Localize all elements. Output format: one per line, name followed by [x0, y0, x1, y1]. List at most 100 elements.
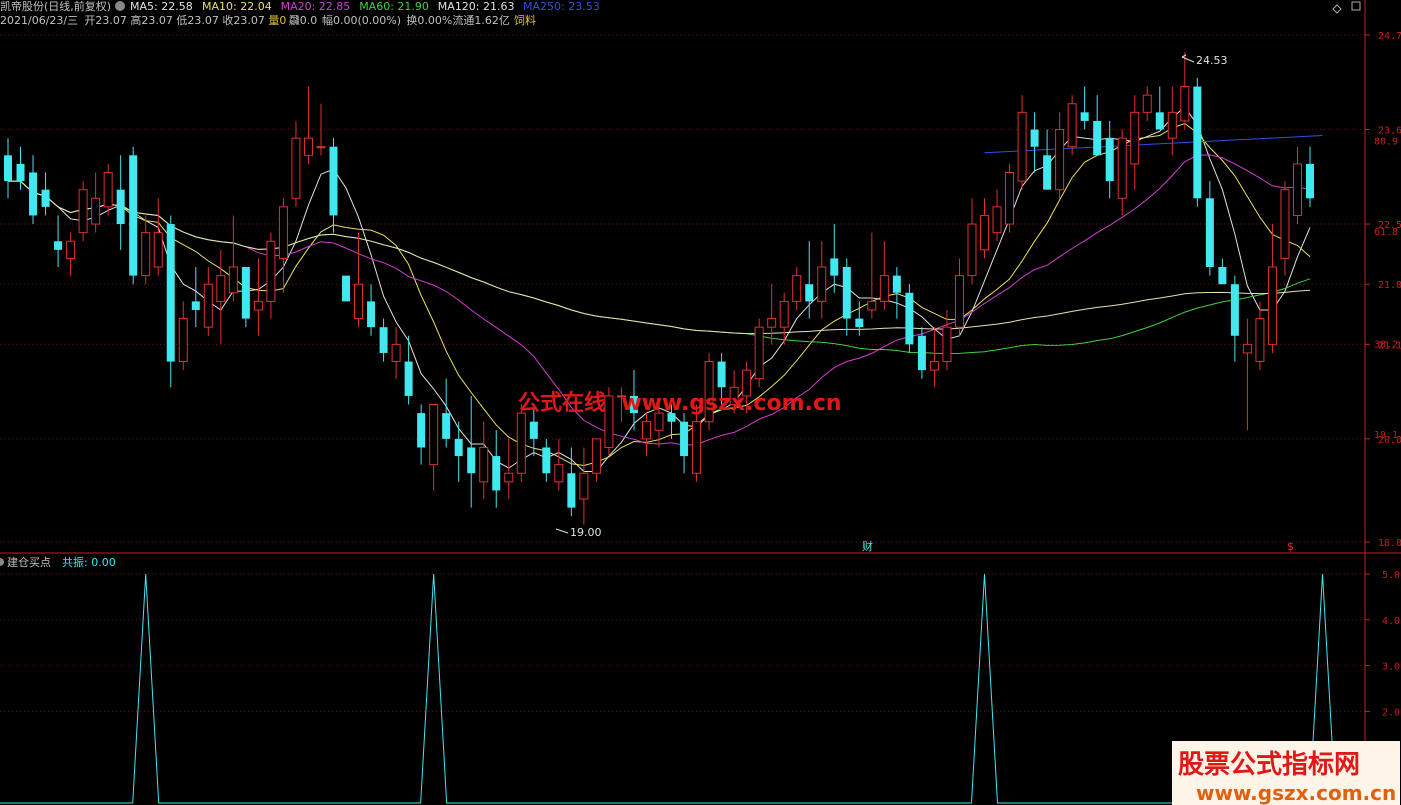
candle[interactable]: [78, 181, 88, 242]
candle[interactable]: [1043, 129, 1052, 190]
candle[interactable]: [91, 172, 101, 233]
candle[interactable]: [116, 155, 125, 250]
candle[interactable]: [266, 232, 276, 319]
ma-toggle-icon[interactable]: [115, 1, 125, 11]
candle[interactable]: [404, 335, 413, 405]
candle[interactable]: [329, 138, 338, 233]
candle[interactable]: [1267, 224, 1277, 353]
candle[interactable]: [241, 267, 250, 328]
candle[interactable]: [1117, 129, 1127, 216]
candle[interactable]: [41, 172, 50, 216]
candle[interactable]: [467, 395, 476, 508]
candle[interactable]: [1180, 52, 1190, 130]
candle[interactable]: [29, 155, 38, 225]
candle[interactable]: [516, 404, 526, 482]
stock-chart[interactable]: 24.723.622.521.821.120.018.8 80.961.838.…: [0, 0, 1401, 805]
candle[interactable]: [429, 404, 439, 491]
candle[interactable]: [830, 224, 839, 293]
candle[interactable]: [680, 413, 689, 474]
candle[interactable]: [1017, 95, 1027, 190]
candle[interactable]: [905, 284, 914, 353]
candle[interactable]: [579, 447, 589, 525]
candle[interactable]: [141, 215, 151, 285]
candle[interactable]: [892, 267, 901, 319]
candle[interactable]: [1067, 95, 1077, 156]
candle[interactable]: [203, 267, 213, 336]
indicator-toggle-icon[interactable]: [0, 558, 4, 566]
candle[interactable]: [792, 267, 802, 310]
candlesticks[interactable]: [4, 52, 1314, 525]
candle[interactable]: [805, 241, 814, 319]
candle[interactable]: [1080, 86, 1089, 130]
candle[interactable]: [253, 258, 263, 336]
candle[interactable]: [492, 430, 501, 508]
high-pointer: [1181, 54, 1195, 63]
window-box-icon[interactable]: [1351, 1, 1361, 11]
candle[interactable]: [554, 438, 564, 491]
info-line: 2021/06/23/三 开23.07 高23.07 低23.07 收23.07 量0 飝0…: [0, 13, 536, 27]
candle[interactable]: [954, 258, 964, 336]
diamond-icon[interactable]: [1332, 4, 1342, 14]
candle[interactable]: [1142, 86, 1152, 121]
candle[interactable]: [1306, 146, 1314, 207]
candle[interactable]: [278, 198, 288, 293]
candle[interactable]: [367, 284, 376, 336]
candle[interactable]: [1255, 301, 1265, 371]
candle[interactable]: [442, 378, 451, 448]
candle[interactable]: [1242, 318, 1252, 431]
candle[interactable]: [166, 215, 175, 388]
candle[interactable]: [379, 318, 388, 362]
candle[interactable]: [354, 232, 364, 328]
candle[interactable]: [66, 232, 76, 276]
candle[interactable]: [929, 327, 939, 388]
candle[interactable]: [1093, 95, 1102, 156]
candle[interactable]: [980, 198, 989, 259]
candle[interactable]: [342, 275, 351, 302]
candle[interactable]: [754, 318, 764, 388]
candle[interactable]: [767, 284, 777, 345]
candle[interactable]: [303, 86, 313, 164]
candle[interactable]: [1218, 258, 1227, 285]
candle[interactable]: [417, 404, 426, 465]
candle[interactable]: [1105, 120, 1114, 199]
candle[interactable]: [692, 404, 702, 482]
candle[interactable]: [1205, 181, 1214, 276]
candle[interactable]: [1230, 275, 1239, 362]
candle[interactable]: [54, 215, 63, 268]
dollar-marker: $: [1287, 540, 1294, 553]
candle[interactable]: [391, 327, 401, 379]
candle[interactable]: [1130, 95, 1140, 190]
candle[interactable]: [542, 438, 551, 482]
candle[interactable]: [216, 249, 226, 345]
candle[interactable]: [103, 163, 113, 216]
candle[interactable]: [153, 198, 163, 276]
candle[interactable]: [1280, 181, 1290, 276]
candle[interactable]: [291, 120, 301, 207]
info-field: 开23.07: [84, 14, 127, 27]
candle[interactable]: [228, 215, 238, 302]
candle[interactable]: [316, 103, 326, 156]
candle[interactable]: [504, 438, 514, 500]
candle[interactable]: [879, 241, 889, 310]
candle[interactable]: [842, 258, 851, 336]
candle[interactable]: [867, 232, 877, 319]
candle[interactable]: [454, 421, 463, 482]
candle[interactable]: [1030, 112, 1039, 173]
candle[interactable]: [817, 241, 827, 319]
candle[interactable]: [992, 189, 1002, 242]
candle[interactable]: [1005, 163, 1015, 233]
candle[interactable]: [129, 146, 138, 285]
ma-legend-item: MA5: 22.58: [130, 0, 193, 13]
candle[interactable]: [1193, 77, 1202, 207]
candle[interactable]: [1292, 146, 1302, 225]
candle[interactable]: [1055, 112, 1065, 199]
candle[interactable]: [591, 438, 601, 482]
candle[interactable]: [178, 301, 188, 371]
candle[interactable]: [1155, 86, 1164, 130]
candle[interactable]: [967, 198, 977, 285]
candle[interactable]: [479, 421, 489, 500]
candle[interactable]: [191, 267, 200, 328]
candle[interactable]: [641, 413, 651, 457]
candle[interactable]: [4, 138, 12, 199]
candle[interactable]: [1167, 86, 1177, 156]
